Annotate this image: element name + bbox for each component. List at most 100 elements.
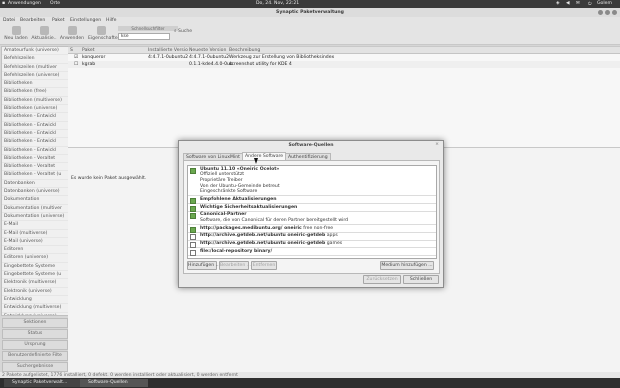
table-row[interactable]: ☑ konqueror 4:4.7.1-0ubuntu2 4:4.7.1-0ub…: [68, 54, 620, 61]
source-checkbox[interactable]: [190, 234, 196, 241]
source-checkbox[interactable]: [190, 213, 196, 220]
apply-button[interactable]: Anwenden: [59, 25, 85, 43]
sidebar-item[interactable]: Datenbanken (universe): [2, 188, 68, 197]
origin-button[interactable]: Ursprung: [2, 340, 68, 350]
maximize-icon[interactable]: [605, 10, 610, 15]
applications-menu[interactable]: Anwendungen: [8, 1, 41, 6]
apps-menu-icon[interactable]: ▪: [2, 1, 5, 6]
sidebar-item[interactable]: Entwicklung (multiverse): [2, 304, 68, 313]
add-cdrom-button[interactable]: Medium hinzufügen ...: [380, 261, 434, 270]
source-entry[interactable]: Ubuntu 11.10 «Oneiric Ocelot» Offiziell u…: [188, 166, 436, 197]
menu-help[interactable]: Hilfe: [106, 18, 116, 23]
sidebar-item[interactable]: Bibliotheken (multiverse): [2, 97, 68, 106]
revert-button[interactable]: Zurücksetzen: [363, 275, 401, 284]
search-button[interactable]: ⌕ Suche: [174, 28, 192, 34]
remove-source-button[interactable]: Entfernen: [251, 261, 277, 270]
source-checkbox[interactable]: [190, 226, 196, 233]
user-name[interactable]: Golem: [597, 1, 612, 6]
menu-package[interactable]: Paket: [52, 18, 65, 23]
task-synaptic[interactable]: Synaptic Paketverwalt...: [4, 379, 86, 387]
properties-button[interactable]: Eigenschaften: [88, 25, 121, 43]
column-status[interactable]: S: [70, 48, 73, 53]
sidebar-item[interactable]: Bibliotheken (universe): [2, 105, 68, 114]
quick-filter-input[interactable]: kse: [118, 33, 170, 40]
close-button[interactable]: Schließen: [403, 275, 439, 284]
sidebar-item[interactable]: Bibliotheken - Entwickl: [2, 113, 68, 122]
source-line-bold: Canonical-Partner: [200, 212, 247, 218]
sidebar-item[interactable]: Editoren (universe): [2, 254, 68, 263]
source-entry[interactable]: Wichtige Sicherheitsaktualisierungen: [188, 204, 436, 212]
sidebar-item[interactable]: Dokumentation: [2, 196, 68, 205]
sidebar-item[interactable]: Befehlszeilen (multiver: [2, 64, 68, 72]
quick-filter-label: Schnellsuchfilter: [118, 26, 178, 31]
task-software-sources[interactable]: Software-Quellen: [80, 379, 148, 387]
source-entry[interactable]: Canonical-Partner Software, die von Canon…: [188, 212, 436, 226]
sidebar-item[interactable]: Amateurfunk (universe): [2, 47, 68, 56]
network-icon[interactable]: ◈: [556, 1, 560, 6]
column-installed[interactable]: Installierte Versio: [148, 48, 188, 53]
sidebar-item[interactable]: Dokumentation (universe): [2, 213, 68, 222]
sidebar-item[interactable]: E-Mail (universe): [2, 238, 68, 247]
volume-icon[interactable]: ◀: [566, 1, 570, 6]
status-icon[interactable]: ☑: [74, 54, 78, 61]
sidebar-item[interactable]: Bibliotheken - Entwickl: [2, 130, 68, 139]
menu-edit[interactable]: Bearbeiten: [20, 18, 45, 23]
sidebar-item[interactable]: Eingebettete Systeme: [2, 263, 68, 272]
sidebar-item[interactable]: Befehlszeilen (universe): [2, 72, 68, 81]
sidebar-item[interactable]: Bibliotheken - Entwickl: [2, 147, 68, 155]
sidebar-item[interactable]: Bibliotheken: [2, 80, 68, 89]
places-menu[interactable]: Orte: [50, 1, 60, 6]
source-checkbox[interactable]: [190, 205, 196, 212]
source-entry[interactable]: Empfohlene Aktualisierungen: [188, 196, 436, 205]
menu-file[interactable]: Datei: [3, 18, 15, 23]
close-icon[interactable]: [612, 10, 617, 15]
source-entry[interactable]: http://packages.medibuntu.org/ oneiric f…: [188, 225, 436, 233]
sidebar-item[interactable]: Entwicklung (universe): [2, 313, 68, 316]
sections-button[interactable]: Sektionen: [2, 318, 68, 328]
search-results-button[interactable]: Suchergebnisse: [2, 362, 68, 372]
sidebar-item[interactable]: Editoren: [2, 246, 68, 255]
mark-upgrades-button[interactable]: Aktualisie..: [31, 25, 57, 43]
sidebar-item[interactable]: Bibliotheken - Entwickl: [2, 138, 68, 147]
sidebar-item[interactable]: Elektronik (multiverse): [2, 279, 68, 288]
add-source-button[interactable]: Hinzufügen ...: [187, 261, 220, 270]
sidebar-item[interactable]: Entwicklung: [2, 296, 68, 305]
column-latest[interactable]: Neueste Version: [189, 48, 226, 53]
custom-filters-button[interactable]: Benutzerdefinierte Filte: [2, 351, 68, 361]
menu-settings[interactable]: Einstellungen: [70, 18, 101, 23]
sidebar-item[interactable]: E-Mail: [2, 221, 68, 230]
status-icon[interactable]: ☐: [74, 61, 78, 68]
close-icon[interactable]: ×: [435, 142, 439, 147]
edit-source-button[interactable]: Bearbeiten ...: [219, 261, 251, 270]
sidebar-item[interactable]: Befehlszeilen: [2, 55, 68, 64]
sidebar-item[interactable]: Bibliotheken - Veraltet: [2, 163, 68, 172]
clock[interactable]: Do, 24. Nov, 22:21: [256, 1, 299, 6]
software-sources-dialog: Software-Quellen × Software von LinuxMin…: [178, 140, 444, 288]
sidebar-item[interactable]: Datenbanken: [2, 180, 68, 189]
source-checkbox[interactable]: [190, 197, 196, 204]
mail-icon[interactable]: ✉: [576, 1, 580, 6]
menubar: Datei Bearbeiten Paket Einstellungen Hil…: [0, 17, 620, 24]
minimize-icon[interactable]: [598, 10, 603, 15]
sidebar-item[interactable]: Bibliotheken - Veraltet (u: [2, 171, 68, 180]
sidebar-item[interactable]: Bibliotheken - Entwickl: [2, 122, 68, 130]
source-checkbox[interactable]: [190, 249, 196, 256]
column-package[interactable]: Paket: [82, 48, 95, 53]
source-entry[interactable]: http://archive.getdeb.net/ubuntu oneiric…: [188, 233, 436, 241]
sidebar-item[interactable]: Bibliotheken (free): [2, 88, 68, 97]
sidebar-item[interactable]: Bibliotheken - Veraltet: [2, 155, 68, 164]
user-icon[interactable]: ⏻: [588, 1, 592, 7]
source-checkbox[interactable]: [190, 167, 196, 174]
reload-button[interactable]: Neu laden: [3, 25, 29, 43]
status-button[interactable]: Status: [2, 329, 68, 339]
table-row[interactable]: ☐ kgrab 0.1.1-kde4.4.0-0ub screenshot ut…: [68, 61, 620, 68]
column-description[interactable]: Beschreibung: [229, 48, 260, 53]
source-checkbox[interactable]: [190, 242, 196, 249]
source-entry[interactable]: http://archive.getdeb.net/ubuntu oneiric…: [188, 241, 436, 249]
sidebar-item[interactable]: E-Mail (multiverse): [2, 230, 68, 238]
sidebar-item[interactable]: Eingebettete Systeme (u: [2, 271, 68, 280]
no-package-selected-text: Es wurde kein Paket ausgewählt.: [71, 176, 147, 181]
source-entry[interactable]: file:/local-repository binary/: [188, 248, 436, 256]
sidebar-item[interactable]: Elektronik (universe): [2, 288, 68, 296]
sidebar-item[interactable]: Dokumentation (multiver: [2, 205, 68, 213]
